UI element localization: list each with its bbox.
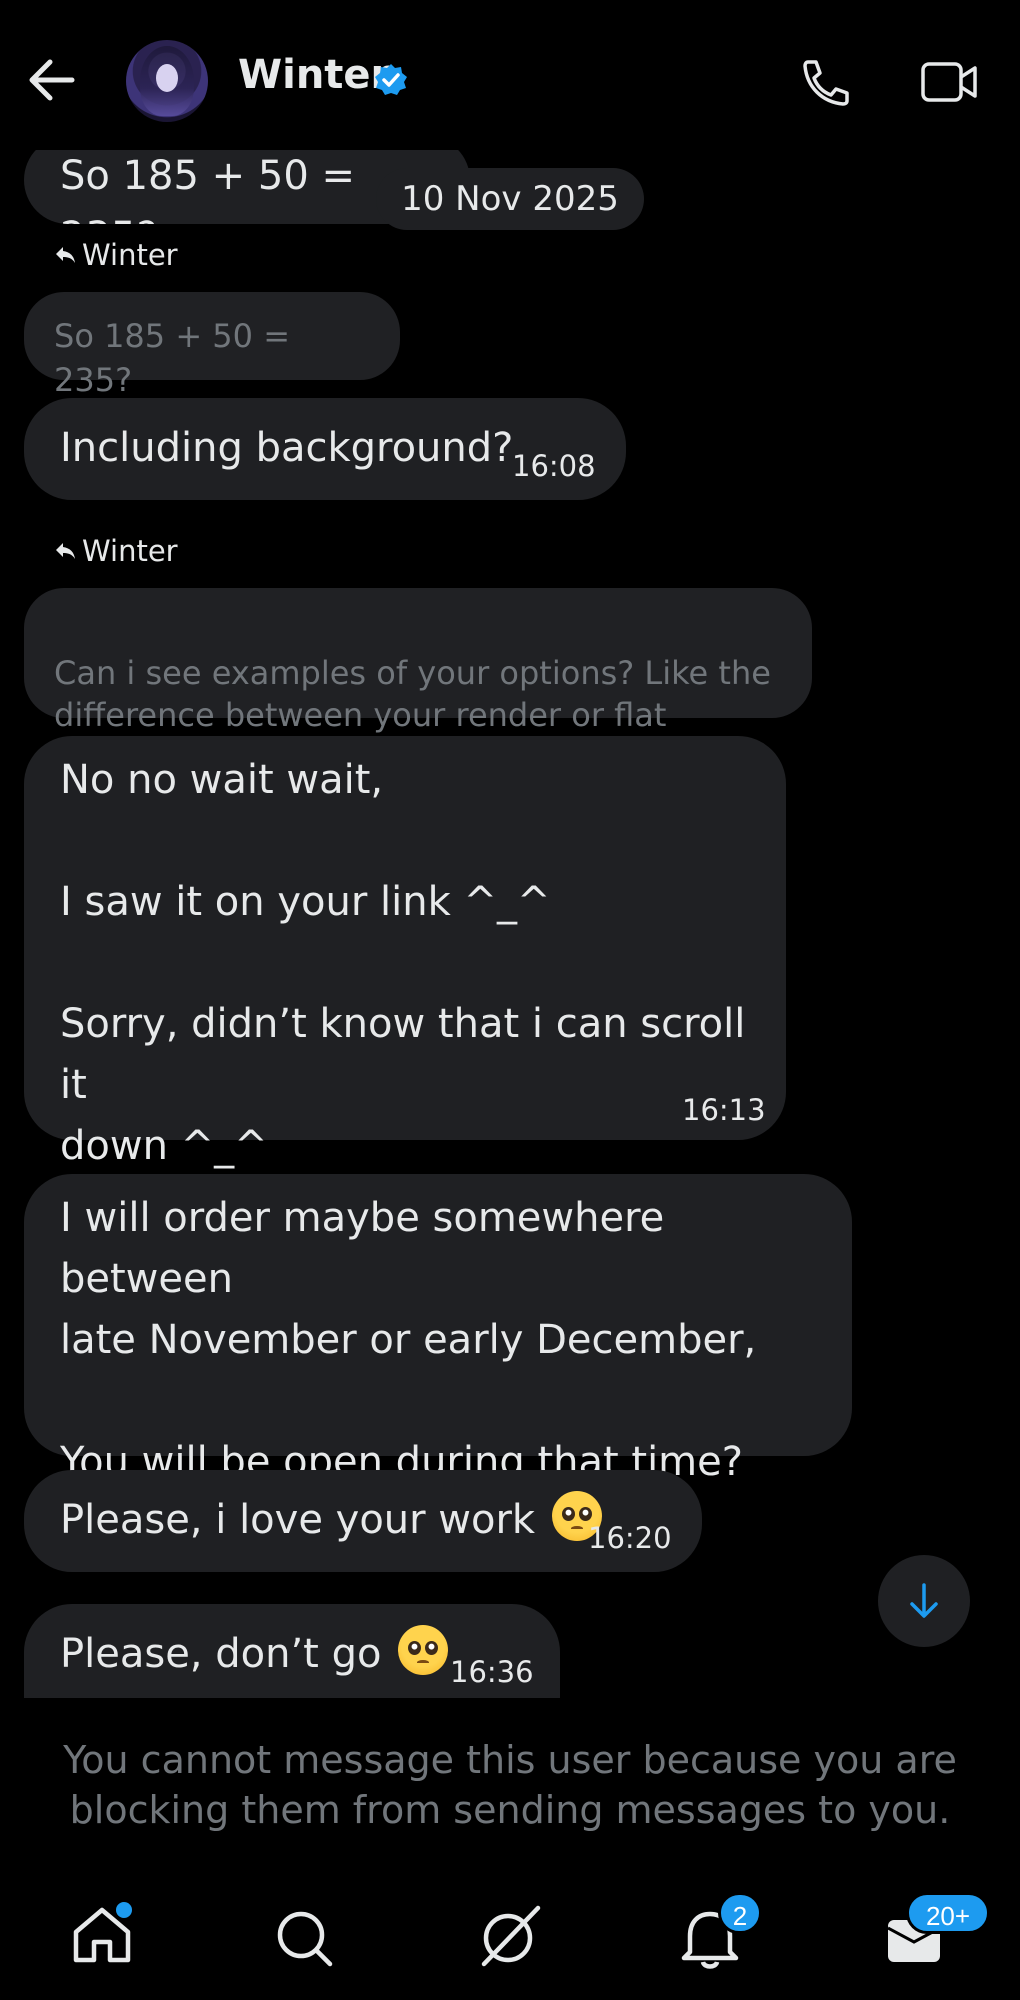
reply-to-name: Winter <box>82 534 178 568</box>
back-arrow-icon[interactable] <box>26 58 76 102</box>
home-unread-dot <box>116 1902 132 1918</box>
reply-indicator: Winter <box>54 238 178 272</box>
reply-to-name: Winter <box>82 238 178 272</box>
message-bubble[interactable]: Including background? 16:08 <box>24 398 626 500</box>
message-time: 16:13 <box>682 1093 766 1127</box>
date-separator: 10 Nov 2025 <box>376 168 644 230</box>
nav-notifications[interactable]: 2 <box>660 1880 762 1980</box>
quoted-text: So 185 + 50 = 235? <box>54 317 290 399</box>
search-icon <box>277 1911 333 1967</box>
message-bubble[interactable]: Please, i love your work 16:20 <box>24 1470 702 1572</box>
notifications-badge: 2 <box>718 1892 762 1934</box>
avatar[interactable] <box>126 40 208 122</box>
video-camera-icon[interactable] <box>920 58 978 106</box>
reply-arrow-icon <box>56 247 75 263</box>
messages-badge: 20+ <box>906 1892 990 1934</box>
quoted-message[interactable]: Can i see examples of your options? Like… <box>24 588 812 734</box>
nav-home[interactable] <box>52 1880 152 1980</box>
phone-icon[interactable] <box>798 58 852 106</box>
grok-icon <box>481 1905 541 1967</box>
message-time: 16:36 <box>450 1655 534 1689</box>
blocked-notice: You cannot message this user because you… <box>63 1738 957 1832</box>
message-text: Please, don’t go <box>60 1631 382 1677</box>
message-bubble[interactable]: No no wait wait, I saw it on your link ^… <box>24 736 786 1169</box>
nav-messages[interactable]: 20+ <box>866 1880 990 1980</box>
message-bubble[interactable]: Please, don’t go 16:36 <box>24 1604 560 1698</box>
reply-arrow-icon <box>56 543 75 559</box>
nav-search[interactable] <box>254 1880 354 1980</box>
contact-name[interactable]: Winter <box>238 52 390 98</box>
home-icon <box>73 1907 131 1963</box>
pleading-face-emoji <box>398 1625 449 1675</box>
message-text: Please, i love your work <box>60 1497 536 1543</box>
message-text: Including background? <box>60 425 514 471</box>
message-bubble[interactable]: I will order maybe somewhere between lat… <box>24 1174 852 1485</box>
message-text: No no wait wait, I saw it on your link ^… <box>60 757 746 1169</box>
bottom-navigation: 2 20+ <box>0 1880 1020 2000</box>
arrow-down-icon <box>910 1583 938 1618</box>
reply-indicator: Winter <box>54 534 178 568</box>
message-time: 16:20 <box>588 1521 672 1555</box>
verified-badge-icon <box>375 64 407 95</box>
scroll-to-bottom-button[interactable] <box>878 1555 970 1647</box>
message-time: 16:08 <box>512 449 596 483</box>
nav-grok[interactable] <box>460 1880 560 1980</box>
conversation-header: Winter <box>0 0 1020 150</box>
quoted-text: Can i see examples of your options? Like… <box>54 654 771 734</box>
message-text: I will order maybe somewhere between lat… <box>60 1195 757 1485</box>
quoted-message[interactable]: So 185 + 50 = 235? <box>24 292 400 399</box>
